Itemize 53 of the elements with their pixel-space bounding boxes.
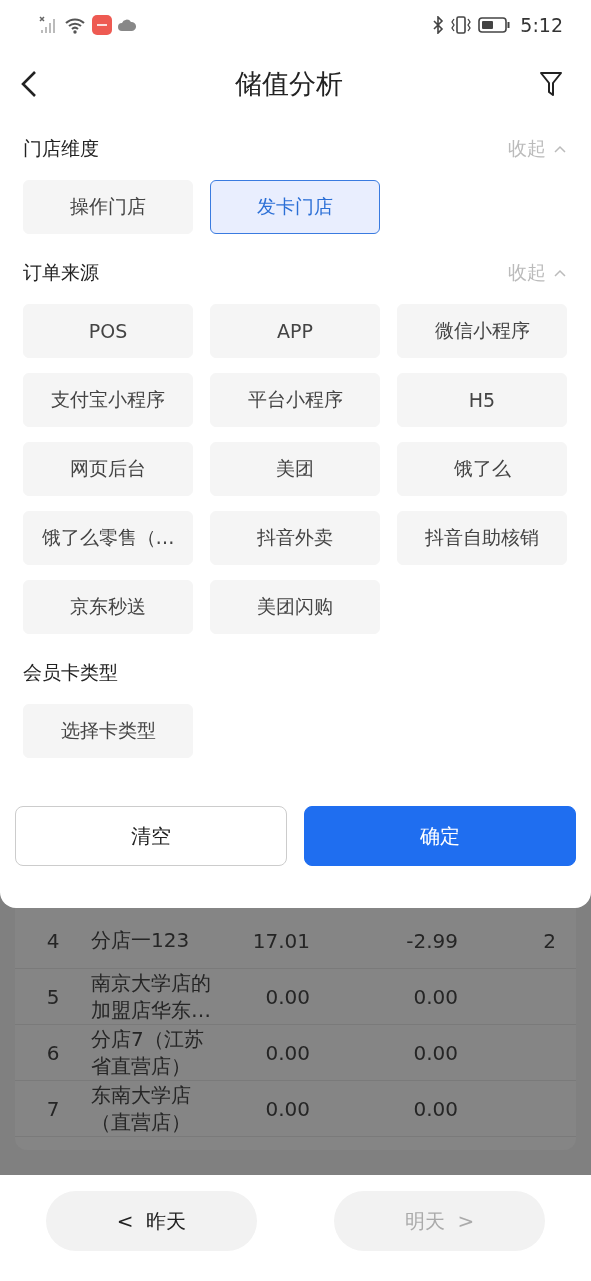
page-title: 储值分析 <box>234 67 343 101</box>
option-chip[interactable]: 抖音自助核销 <box>397 511 567 565</box>
filter-icon[interactable] <box>539 71 563 97</box>
signal-icon <box>38 16 58 34</box>
table-cell-text: 4 <box>45 928 61 953</box>
option-chip[interactable]: POS <box>23 304 193 358</box>
table-cell-text: 东南大学店（直营店） <box>91 1081 192 1136</box>
battery-icon <box>478 17 511 33</box>
option-chip[interactable]: H5 <box>397 373 567 427</box>
table-cell-text: 南京大学店的加盟店华东… <box>91 969 212 1024</box>
section-title: 订单来源 <box>23 260 99 285</box>
table-cell-text: 0.00 <box>412 1096 458 1121</box>
app-icon <box>92 15 112 35</box>
table-cell-text: -2.99 <box>405 928 458 953</box>
option-chip[interactable]: 支付宝小程序 <box>23 373 193 427</box>
option-chip[interactable]: 抖音外卖 <box>210 511 380 565</box>
option-chip[interactable]: 操作门店 <box>23 180 193 234</box>
previous-day-button[interactable]: < 昨天 <box>46 1191 257 1251</box>
table-cell-text: 0.00 <box>264 984 310 1009</box>
clear-button[interactable]: 清空 <box>15 806 287 866</box>
table-cell-text: 7 <box>45 1096 61 1121</box>
option-chip[interactable]: 发卡门店 <box>210 180 380 234</box>
table-cell-text: 0.00 <box>412 1040 458 1065</box>
table-cell-text: 2 <box>542 928 556 953</box>
section-title: 门店维度 <box>23 136 99 161</box>
chevron-up-icon <box>554 269 566 277</box>
option-chip[interactable]: 微信小程序 <box>397 304 567 358</box>
section-title: 会员卡类型 <box>23 660 118 685</box>
wifi-icon <box>64 16 86 34</box>
confirm-button[interactable]: 确定 <box>304 806 576 866</box>
status-time: 5:12 <box>520 14 563 36</box>
option-chip[interactable]: 选择卡类型 <box>23 704 193 758</box>
option-chip[interactable]: 美团 <box>210 442 380 496</box>
cloud-icon <box>118 19 136 31</box>
table-cell-text: 分店一123 <box>91 927 191 954</box>
table-cell-text: 17.01 <box>251 928 310 953</box>
back-icon[interactable] <box>20 70 38 98</box>
option-chip[interactable]: 饿了么 <box>397 442 567 496</box>
chevron-up-icon <box>554 145 566 153</box>
table-cell-text: 0.00 <box>264 1040 310 1065</box>
table-cell-text: 0.00 <box>264 1096 310 1121</box>
table-cell-text: 6 <box>45 1040 61 1065</box>
table-cell-text: 5 <box>45 984 61 1009</box>
table-cell-text: 分店7（江苏省直营店） <box>91 1025 205 1080</box>
bluetooth-icon <box>432 16 445 34</box>
option-chip[interactable]: APP <box>210 304 380 358</box>
option-chip[interactable]: 饿了么零售（… <box>23 511 193 565</box>
vibrate-icon <box>450 16 473 34</box>
option-chip[interactable]: 京东秒送 <box>23 580 193 634</box>
option-chip[interactable]: 平台小程序 <box>210 373 380 427</box>
option-chip[interactable]: 网页后台 <box>23 442 193 496</box>
table-cell-text: 0.00 <box>412 984 458 1009</box>
option-chip[interactable]: 美团闪购 <box>210 580 380 634</box>
